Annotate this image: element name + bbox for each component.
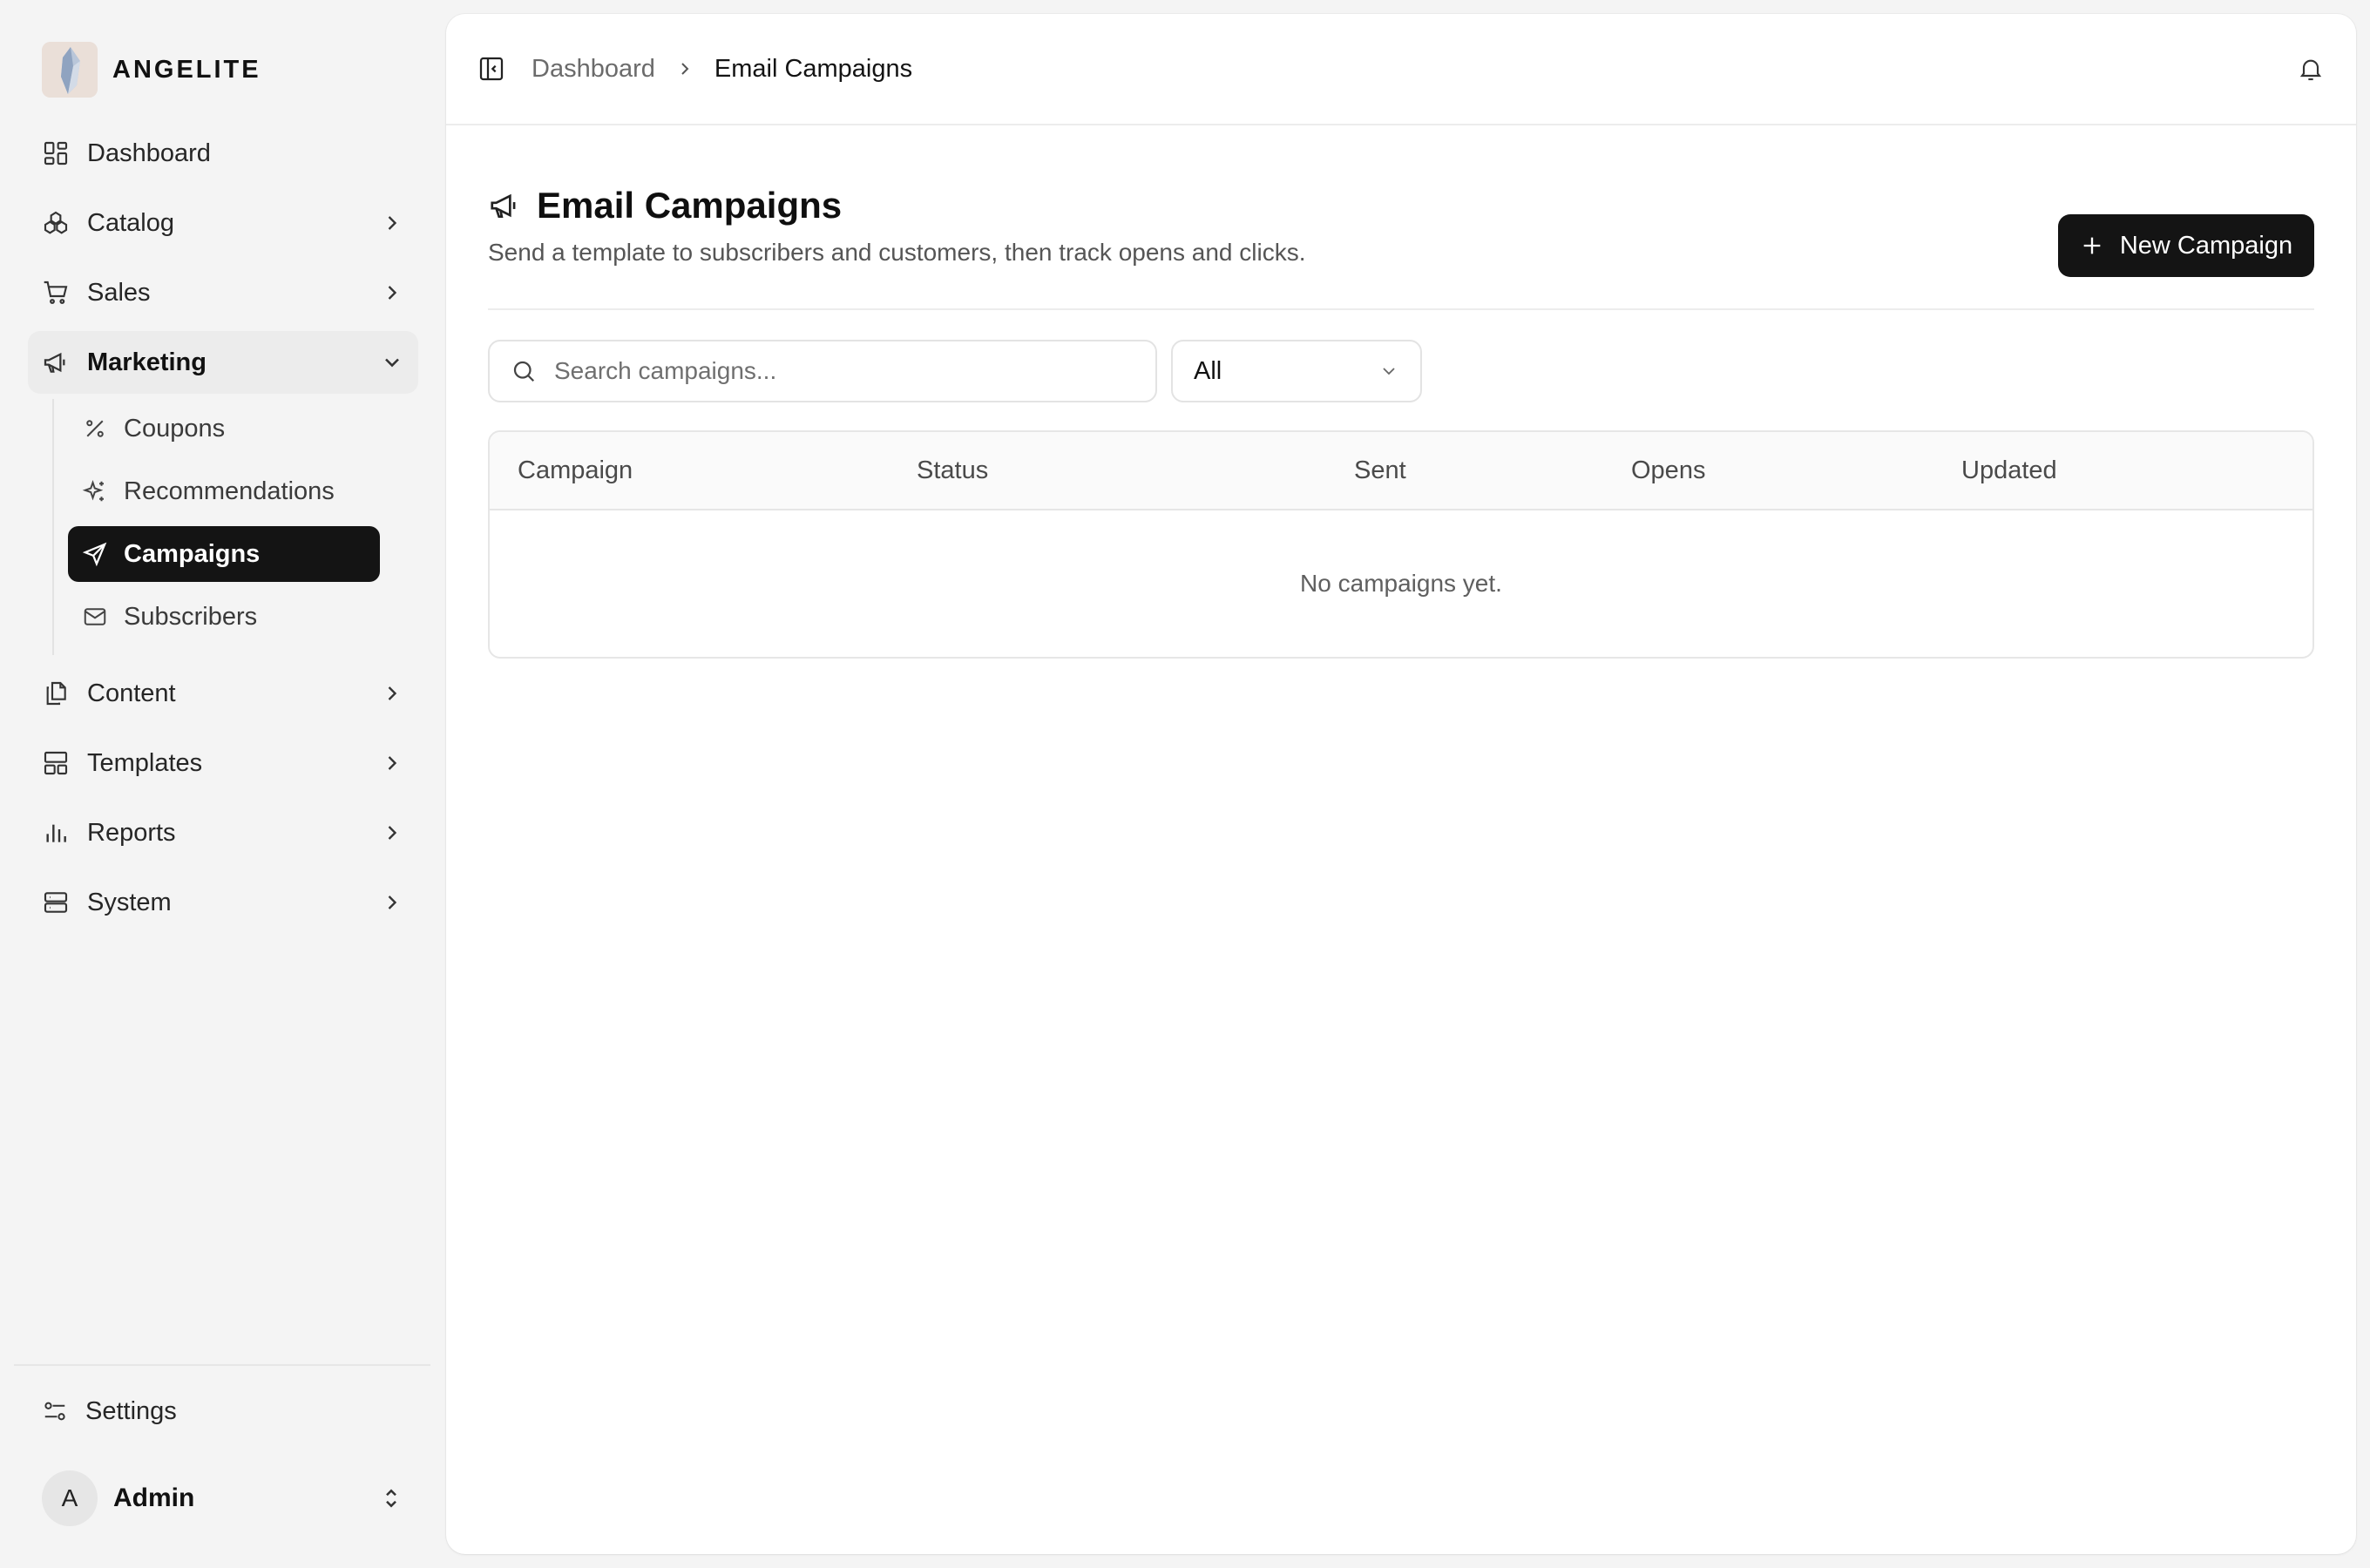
column-header-updated[interactable]: Updated — [1961, 456, 2057, 485]
chevron-right-icon — [380, 751, 404, 775]
chevron-right-icon — [674, 58, 695, 79]
sidebar-item-marketing[interactable]: Marketing — [28, 331, 418, 394]
sidebar-item-label: Coupons — [124, 414, 226, 443]
column-header-campaign[interactable]: Campaign — [518, 456, 633, 485]
plus-icon — [2080, 233, 2104, 258]
user-menu[interactable]: A Admin — [28, 1465, 418, 1531]
sidebar-item-label: Subscribers — [124, 602, 258, 631]
brand[interactable]: ANGELITE — [42, 42, 261, 98]
status-filter-value: All — [1194, 356, 1222, 385]
table-empty-state: No campaigns yet. — [1300, 570, 1502, 597]
column-header-sent[interactable]: Sent — [1354, 456, 1406, 485]
campaigns-table: Campaign Status Sent Opens Updated No ca… — [488, 430, 2314, 659]
chevrons-up-down-icon — [378, 1485, 404, 1511]
sidebar-item-content[interactable]: Content — [28, 662, 418, 725]
sidebar-item-label: Sales — [87, 278, 151, 307]
sidebar-item-label: Templates — [87, 748, 203, 777]
dashboard-icon — [42, 139, 70, 167]
sidebar-item-label: Catalog — [87, 208, 174, 237]
new-campaign-button[interactable]: New Campaign — [2058, 214, 2314, 277]
table-header: Campaign Status Sent Opens Updated — [490, 432, 2312, 510]
sidebar-item-subscribers[interactable]: Subscribers — [68, 589, 380, 645]
sidebar-item-catalog[interactable]: Catalog — [28, 192, 418, 254]
sidebar-item-settings[interactable]: Settings — [28, 1380, 418, 1443]
server-icon — [42, 889, 70, 916]
sidebar-item-sales[interactable]: Sales — [28, 261, 418, 324]
breadcrumb-dashboard[interactable]: Dashboard — [532, 55, 655, 84]
sidebar-nav: Dashboard Catalog Sales Marketing Coupon… — [28, 122, 418, 941]
user-name: Admin — [113, 1484, 195, 1512]
sidebar-item-label: Dashboard — [87, 139, 211, 167]
chevron-right-icon — [380, 821, 404, 845]
sidebar-item-reports[interactable]: Reports — [28, 801, 418, 864]
filters-bar: All — [488, 340, 1422, 402]
status-filter-select[interactable]: All — [1171, 340, 1422, 402]
column-header-opens[interactable]: Opens — [1631, 456, 1705, 485]
bar-chart-icon — [42, 819, 70, 847]
marketing-submenu: Coupons Recommendations Campaigns Subscr… — [52, 399, 418, 655]
brand-logo — [42, 42, 98, 98]
chevron-right-icon — [380, 280, 404, 305]
settings-sliders-icon — [42, 1398, 68, 1424]
page-title: Email Campaigns — [537, 185, 843, 226]
search-icon — [511, 358, 537, 384]
chevron-right-icon — [380, 211, 404, 235]
search-box — [488, 340, 1157, 402]
catalog-icon — [42, 209, 70, 237]
breadcrumb-current: Email Campaigns — [714, 54, 913, 83]
mail-icon — [82, 604, 108, 630]
new-campaign-label: New Campaign — [2119, 231, 2293, 260]
avatar: A — [42, 1470, 98, 1526]
sparkles-icon — [82, 478, 108, 504]
bell-icon[interactable] — [2297, 55, 2325, 83]
topbar: Dashboard Email Campaigns — [446, 14, 2356, 125]
sidebar-item-label: System — [87, 888, 172, 916]
sidebar: ANGELITE Dashboard Catalog Sales Marketi… — [0, 0, 444, 1568]
search-input[interactable] — [554, 345, 1134, 397]
sidebar-item-templates[interactable]: Templates — [28, 732, 418, 794]
chevron-down-icon — [380, 350, 404, 375]
layout-icon — [42, 749, 70, 777]
sidebar-item-system[interactable]: System — [28, 871, 418, 934]
megaphone-icon — [488, 189, 521, 222]
files-icon — [42, 679, 70, 707]
sidebar-item-label: Marketing — [87, 348, 207, 376]
sidebar-item-label: Recommendations — [124, 476, 335, 505]
brand-name: ANGELITE — [112, 55, 261, 84]
sidebar-item-label: Reports — [87, 818, 176, 847]
breadcrumb: Dashboard Email Campaigns — [532, 55, 912, 84]
megaphone-icon — [42, 348, 70, 376]
sidebar-item-label: Campaigns — [124, 539, 261, 568]
sidebar-item-label: Settings — [85, 1396, 177, 1425]
main-panel: Dashboard Email Campaigns Email Campaign… — [446, 14, 2356, 1554]
column-header-status[interactable]: Status — [917, 456, 988, 485]
sidebar-toggle-icon[interactable] — [477, 55, 505, 83]
sidebar-divider — [14, 1364, 430, 1366]
cart-icon — [42, 279, 70, 307]
sidebar-item-dashboard[interactable]: Dashboard — [28, 122, 418, 185]
page-subtitle: Send a template to subscribers and custo… — [488, 239, 1306, 266]
sidebar-item-label: Content — [87, 679, 176, 707]
sidebar-item-campaigns[interactable]: Campaigns — [68, 526, 380, 582]
chevron-right-icon — [380, 681, 404, 706]
percent-icon — [82, 416, 108, 442]
send-icon — [82, 541, 108, 567]
chevron-down-icon — [1378, 361, 1399, 382]
page-header: Email Campaigns Send a template to subsc… — [488, 185, 2314, 310]
sidebar-item-coupons[interactable]: Coupons — [68, 401, 380, 456]
sidebar-item-recommendations[interactable]: Recommendations — [68, 463, 380, 519]
chevron-right-icon — [380, 890, 404, 915]
